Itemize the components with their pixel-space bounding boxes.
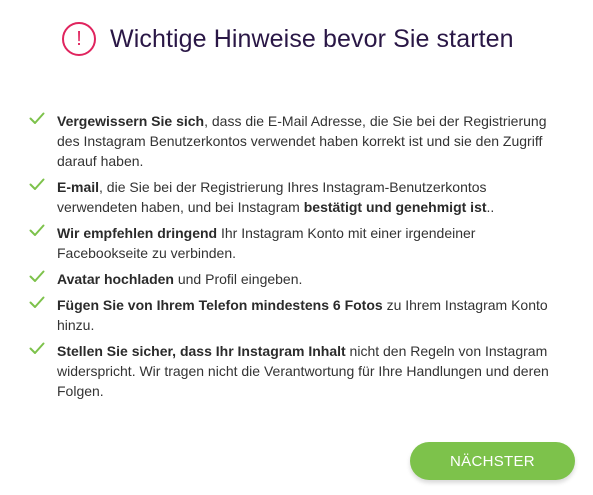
checkmark-icon <box>29 341 57 361</box>
checkmark-icon <box>29 223 57 243</box>
checklist-item-text: Fügen Sie von Ihrem Telefon mindestens 6… <box>57 295 559 335</box>
checklist-item-text: E-mail, die Sie bei der Registrierung Ih… <box>57 177 559 217</box>
item-text-bold: bestätigt und genehmigt ist <box>303 199 487 215</box>
checklist-item-text: Vergewissern Sie sich, dass die E-Mail A… <box>57 111 559 171</box>
page-title: Wichtige Hinweise bevor Sie starten <box>110 24 514 53</box>
checklist-item: Vergewissern Sie sich, dass die E-Mail A… <box>29 111 559 171</box>
checkmark-icon <box>29 269 57 289</box>
item-text-bold: Wir empfehlen dringend <box>57 225 218 241</box>
next-button[interactable]: NÄCHSTER <box>410 442 575 480</box>
exclamation-circle-icon: ! <box>62 22 96 56</box>
item-text-regular: und Profil eingeben. <box>173 271 303 287</box>
checklist-item: E-mail, die Sie bei der Registrierung Ih… <box>29 177 559 217</box>
checklist-item: Stellen Sie sicher, dass Ihr Instagram I… <box>29 341 559 401</box>
item-text-bold: Stellen Sie sicher, dass Ihr Instagram I… <box>57 343 346 359</box>
checklist-item-text: Wir empfehlen dringend Ihr Instagram Kon… <box>57 223 559 263</box>
dialog-header: ! Wichtige Hinweise bevor Sie starten <box>62 22 514 56</box>
item-text-regular: .. <box>486 199 495 215</box>
checklist-item-text: Avatar hochladen und Profil eingeben. <box>57 269 559 289</box>
item-text-bold: E-mail <box>57 179 100 195</box>
checklist-item: Wir empfehlen dringend Ihr Instagram Kon… <box>29 223 559 263</box>
checklist: Vergewissern Sie sich, dass die E-Mail A… <box>29 111 559 407</box>
item-text-bold: Vergewissern Sie sich <box>57 113 205 129</box>
checklist-item-text: Stellen Sie sicher, dass Ihr Instagram I… <box>57 341 559 401</box>
item-text-bold: Fügen Sie von Ihrem Telefon mindestens 6… <box>57 297 383 313</box>
checklist-item: Fügen Sie von Ihrem Telefon mindestens 6… <box>29 295 559 335</box>
item-text-bold: Avatar hochladen <box>57 271 174 287</box>
checklist-item: Avatar hochladen und Profil eingeben. <box>29 269 559 289</box>
checkmark-icon <box>29 295 57 315</box>
checkmark-icon <box>29 177 57 197</box>
checkmark-icon <box>29 111 57 131</box>
